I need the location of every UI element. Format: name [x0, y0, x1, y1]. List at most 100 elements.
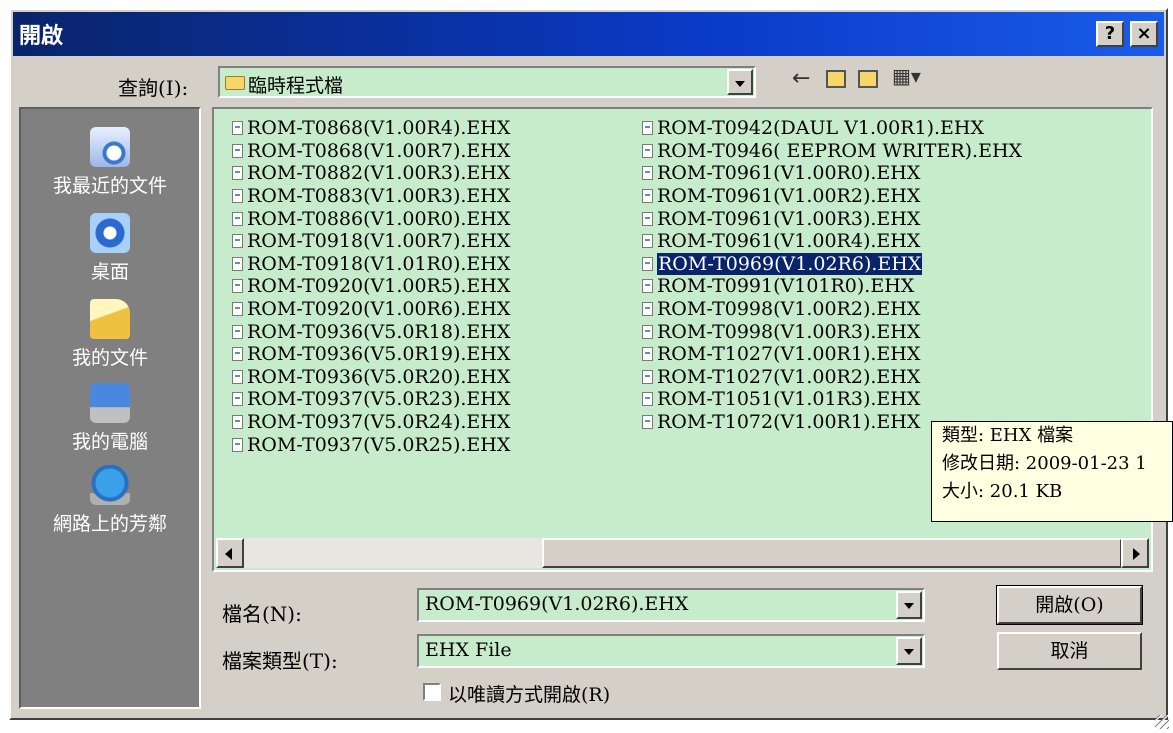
place-recent-documents[interactable]: 我最近的文件	[21, 127, 199, 198]
filetype-combobox[interactable]: EHX File	[417, 634, 925, 668]
ehx-file-icon	[232, 234, 243, 249]
my-computer-icon	[90, 383, 130, 423]
file-item[interactable]: ROM-T0936(V5.0R18).EHX	[230, 320, 510, 343]
ehx-file-icon	[642, 211, 653, 226]
place-desktop[interactable]: 桌面	[21, 213, 199, 284]
file-name: ROM-T0961(V1.00R3).EHX	[657, 207, 921, 230]
file-item[interactable]: ROM-T0918(V1.00R7).EHX	[230, 230, 510, 253]
ehx-file-icon	[642, 324, 653, 339]
ehx-file-icon	[642, 392, 653, 407]
place-label: 我的文件	[71, 347, 148, 369]
ehx-file-icon	[642, 279, 653, 294]
file-name: ROM-T0936(V5.0R19).EHX	[247, 343, 511, 366]
lookin-value: 臨時程式檔	[248, 75, 344, 97]
ehx-file-icon	[642, 347, 653, 362]
filetype-label: 檔案類型(T):	[222, 649, 338, 673]
place-my-computer[interactable]: 我的電腦	[21, 383, 199, 454]
file-item[interactable]: ROM-T0882(V1.00R3).EHX	[230, 162, 510, 185]
readonly-label[interactable]: 以唯讀方式開啟(R)	[448, 680, 610, 707]
ehx-file-icon	[642, 302, 653, 317]
scroll-right-button[interactable]	[1121, 538, 1149, 568]
file-item[interactable]: ROM-T0868(V1.00R7).EHX	[230, 140, 510, 163]
file-item[interactable]: ROM-T0868(V1.00R4).EHX	[230, 117, 510, 140]
up-one-level-icon[interactable]	[826, 70, 846, 88]
file-item[interactable]: ROM-T1027(V1.00R1).EHX	[640, 343, 1022, 366]
place-network[interactable]: 網路上的芳鄰	[21, 465, 199, 536]
file-name: ROM-T0918(V1.00R7).EHX	[247, 230, 511, 253]
lookin-combobox[interactable]: 臨時程式檔	[218, 66, 756, 98]
ehx-file-icon	[232, 166, 243, 181]
file-item[interactable]: ROM-T0961(V1.00R4).EHX	[640, 230, 1022, 253]
file-item[interactable]: ROM-T0961(V1.00R3).EHX	[640, 207, 1022, 230]
file-item[interactable]: ROM-T0969(V1.02R6).EHX	[640, 252, 1022, 276]
file-item[interactable]: ROM-T0936(V5.0R20).EHX	[230, 366, 510, 389]
file-item[interactable]: ROM-T0946( EEPROM WRITER).EHX	[640, 140, 1022, 163]
ehx-file-icon	[642, 189, 653, 204]
back-icon[interactable]: ←	[792, 66, 810, 96]
file-item[interactable]: ROM-T0937(V5.0R23).EHX	[230, 388, 510, 411]
file-name: ROM-T0883(V1.00R3).EHX	[247, 185, 511, 208]
file-item[interactable]: ROM-T0991(V101R0).EHX	[640, 275, 1022, 298]
ehx-file-icon	[642, 166, 653, 181]
readonly-checkbox[interactable]	[423, 683, 441, 701]
file-name: ROM-T0918(V1.01R0).EHX	[247, 252, 511, 275]
file-item[interactable]: ROM-T0961(V1.00R2).EHX	[640, 185, 1022, 208]
file-name: ROM-T0882(V1.00R3).EHX	[247, 162, 511, 185]
ehx-file-icon	[232, 143, 243, 158]
file-item[interactable]: ROM-T0886(V1.00R0).EHX	[230, 207, 510, 230]
file-name: ROM-T1051(V1.01R3).EHX	[657, 388, 921, 411]
file-item[interactable]: ROM-T0937(V5.0R25).EHX	[230, 433, 510, 456]
file-name: ROM-T0991(V101R0).EHX	[657, 275, 915, 298]
file-item[interactable]: ROM-T0998(V1.00R2).EHX	[640, 298, 1022, 321]
place-my-documents[interactable]: 我的文件	[21, 299, 199, 370]
file-name: ROM-T0942(DAUL V1.00R1).EHX	[657, 117, 984, 140]
scroll-left-button[interactable]	[216, 538, 244, 568]
ehx-file-icon	[232, 189, 243, 204]
file-item[interactable]: ROM-T0883(V1.00R3).EHX	[230, 185, 510, 208]
lookin-dropdown-button[interactable]	[727, 69, 753, 95]
file-info-tooltip: 類型: EHX 檔案 修改日期: 2009-01-23 1 大小: 20.1 K…	[931, 421, 1173, 522]
file-item[interactable]: ROM-T0961(V1.00R0).EHX	[640, 162, 1022, 185]
file-item[interactable]: ROM-T0937(V5.0R24).EHX	[230, 411, 510, 434]
file-name: ROM-T0868(V1.00R4).EHX	[247, 117, 511, 140]
scroll-thumb[interactable]	[542, 538, 1122, 568]
filename-value: ROM-T0969(V1.02R6).EHX	[425, 593, 689, 615]
file-name: ROM-T1027(V1.00R2).EHX	[657, 365, 921, 388]
title-bar[interactable]: 開啟 ? ×	[13, 12, 1164, 56]
file-name: ROM-T0936(V5.0R20).EHX	[247, 365, 511, 388]
filename-combobox[interactable]: ROM-T0969(V1.02R6).EHX	[417, 588, 925, 622]
file-name: ROM-T0969(V1.02R6).EHX	[657, 252, 923, 275]
arrow-right-icon	[1133, 548, 1140, 560]
file-item[interactable]: ROM-T0920(V1.00R5).EHX	[230, 275, 510, 298]
help-button[interactable]: ?	[1096, 21, 1124, 47]
recent-documents-icon	[90, 127, 130, 167]
file-item[interactable]: ROM-T0918(V1.01R0).EHX	[230, 253, 510, 276]
file-name: ROM-T0946( EEPROM WRITER).EHX	[657, 139, 1023, 162]
tooltip-date: 修改日期: 2009-01-23 1	[942, 453, 1147, 474]
file-item[interactable]: ROM-T1051(V1.01R3).EHX	[640, 388, 1022, 411]
file-name: ROM-T0920(V1.00R6).EHX	[247, 298, 511, 321]
horizontal-scrollbar[interactable]	[216, 538, 1149, 568]
my-documents-icon	[90, 299, 130, 339]
filename-dropdown-button[interactable]	[896, 591, 922, 619]
file-item[interactable]: ROM-T0936(V5.0R19).EHX	[230, 343, 510, 366]
file-item[interactable]: ROM-T1027(V1.00R2).EHX	[640, 366, 1022, 389]
open-button[interactable]: 開啟(O)	[996, 585, 1143, 625]
resize-grip-icon[interactable]	[1155, 715, 1169, 729]
close-button[interactable]: ×	[1130, 21, 1158, 47]
ehx-file-icon	[232, 437, 243, 452]
arrow-left-icon	[225, 548, 232, 560]
filetype-dropdown-button[interactable]	[896, 637, 922, 665]
view-menu-icon[interactable]: ▦▾	[892, 64, 921, 94]
file-name: ROM-T0886(V1.00R0).EHX	[247, 207, 511, 230]
file-item[interactable]: ROM-T0942(DAUL V1.00R1).EHX	[640, 117, 1022, 140]
tooltip-type: 類型: EHX 檔案	[942, 425, 1074, 446]
file-name: ROM-T0920(V1.00R5).EHX	[247, 275, 511, 298]
new-folder-icon[interactable]	[858, 70, 878, 88]
place-label: 網路上的芳鄰	[52, 513, 167, 535]
file-item[interactable]: ROM-T0998(V1.00R3).EHX	[640, 320, 1022, 343]
cancel-button[interactable]: 取消	[997, 632, 1142, 670]
file-name: ROM-T0936(V5.0R18).EHX	[247, 320, 511, 343]
file-item[interactable]: ROM-T0920(V1.00R6).EHX	[230, 298, 510, 321]
ehx-file-icon	[642, 369, 653, 384]
